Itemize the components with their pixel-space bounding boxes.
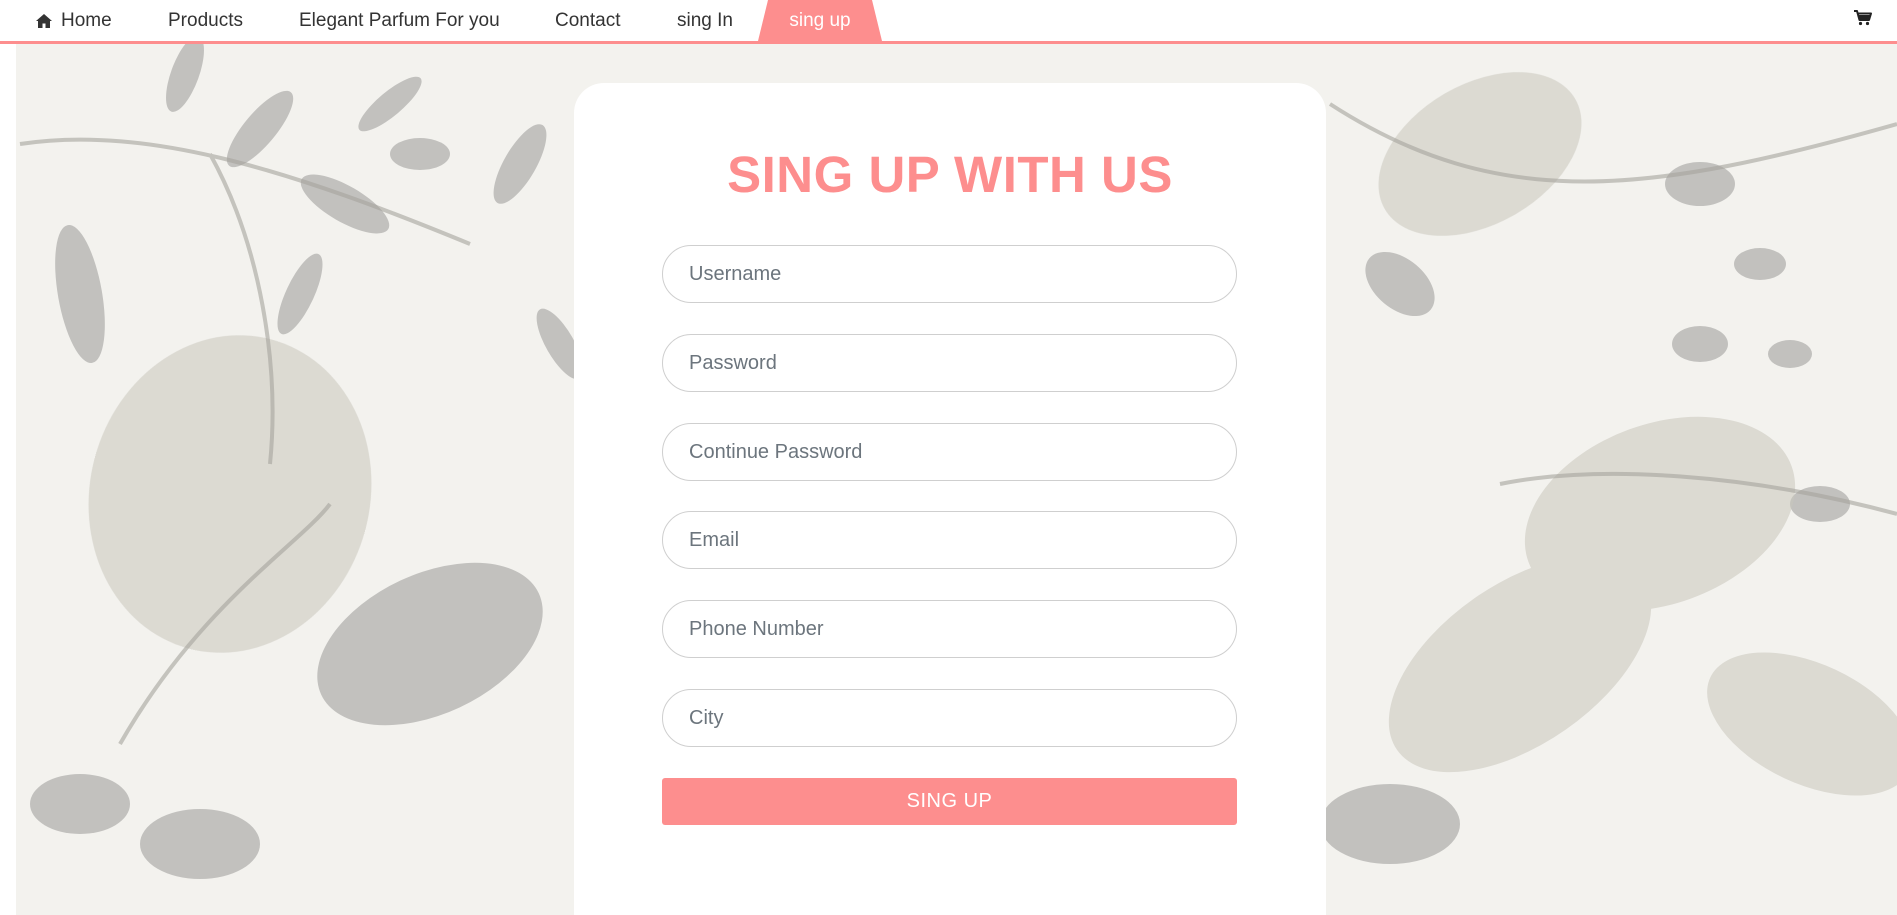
nav-products-label: Products <box>168 9 243 31</box>
nav-products[interactable]: Products <box>168 0 243 41</box>
nav-sign-up[interactable]: sing up <box>758 0 882 41</box>
signup-card: SING UP WITH US SING UP <box>574 83 1326 915</box>
home-icon <box>36 13 52 28</box>
nav-sign-up-label: sing up <box>789 9 851 31</box>
nav-contact-label: Contact <box>555 9 621 31</box>
signup-title: SING UP WITH US <box>727 146 1173 203</box>
nav-home-label: Home <box>61 9 112 31</box>
nav-contact[interactable]: Contact <box>555 0 620 41</box>
nav-elegant-parfum-label: Elegant Parfum For you <box>299 9 500 31</box>
continue-password-input[interactable] <box>662 423 1237 481</box>
username-input[interactable] <box>662 245 1237 303</box>
city-input[interactable] <box>662 689 1237 747</box>
top-navbar: Home Products Elegant Parfum For you Con… <box>0 0 1897 44</box>
email-input[interactable] <box>662 511 1237 569</box>
nav-elegant-parfum[interactable]: Elegant Parfum For you <box>299 0 500 41</box>
phone-number-input[interactable] <box>662 600 1237 658</box>
cart-icon[interactable] <box>1853 8 1873 28</box>
password-input[interactable] <box>662 334 1237 392</box>
nav-home[interactable]: Home <box>35 0 112 41</box>
sign-up-button[interactable]: SING UP <box>662 778 1237 825</box>
nav-sign-in[interactable]: sing In <box>677 0 733 41</box>
nav-sign-in-label: sing In <box>677 9 733 31</box>
